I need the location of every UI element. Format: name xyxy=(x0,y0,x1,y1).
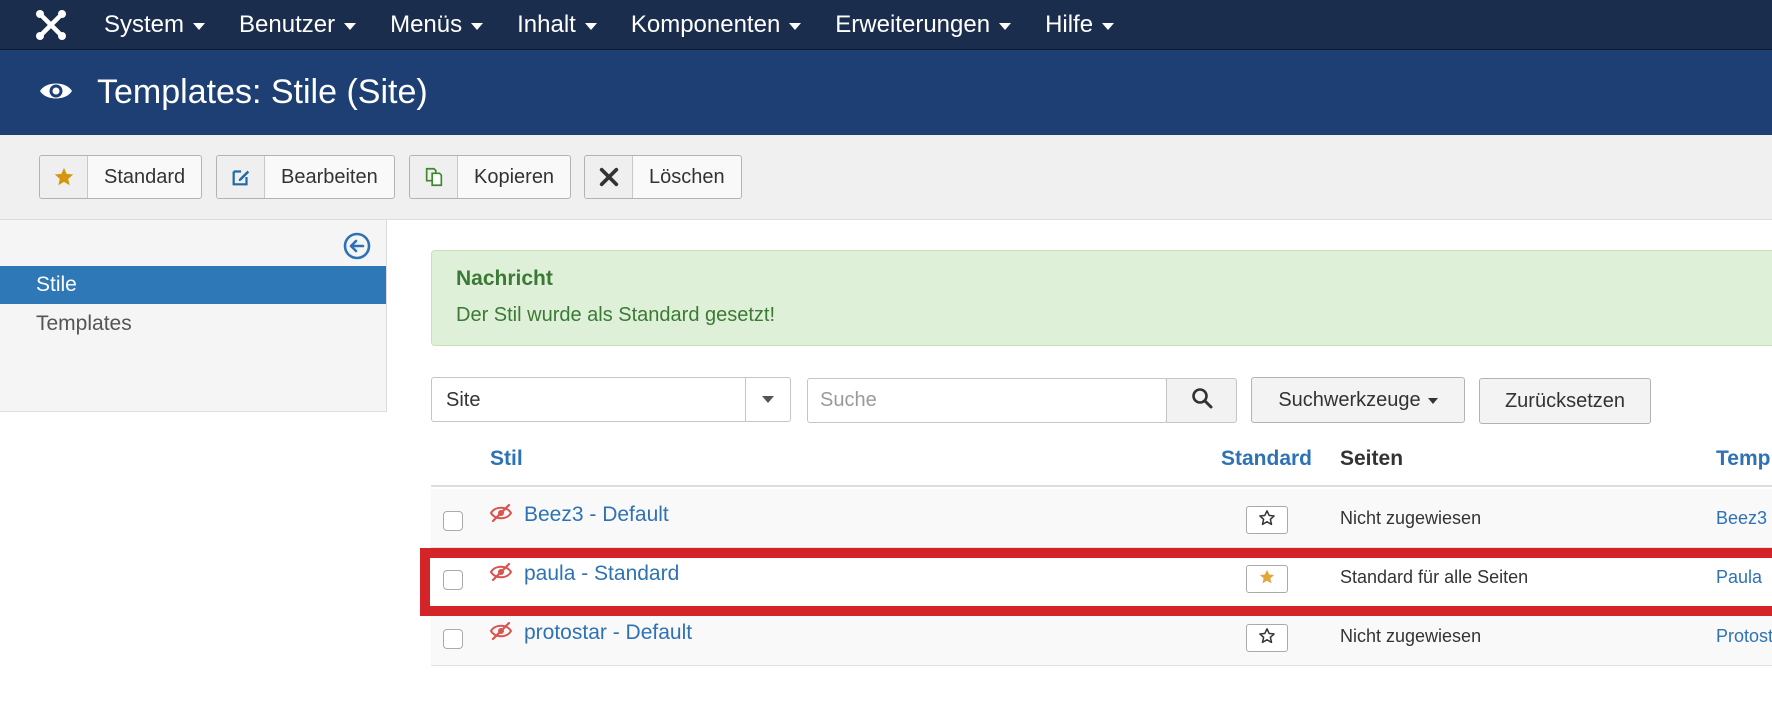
menu-hilfe[interactable]: Hilfe xyxy=(1045,11,1115,39)
star-outline-icon xyxy=(1258,627,1276,650)
search-icon xyxy=(1190,386,1214,415)
caret-down-icon xyxy=(193,23,206,30)
template-link[interactable]: Paula xyxy=(1716,567,1762,588)
menu-erweiterungen[interactable]: Erweiterungen xyxy=(835,11,1012,39)
caret-down-icon xyxy=(584,23,597,30)
column-header-seiten: Seiten xyxy=(1340,447,1404,470)
arrow-left-circle-icon[interactable] xyxy=(343,232,371,260)
sidebar-item-templates[interactable]: Templates xyxy=(0,305,386,343)
menu-benutzer[interactable]: Benutzer xyxy=(239,11,357,39)
menu-komponenten[interactable]: Komponenten xyxy=(631,11,802,39)
assigned-pages: Standard für alle Seiten xyxy=(1340,567,1529,587)
sidebar-item-stile[interactable]: Stile xyxy=(0,266,386,304)
alert-message: Der Stil wurde als Standard gesetzt! xyxy=(456,304,776,326)
alert-heading: Nachricht xyxy=(456,267,553,290)
edit-button[interactable]: Bearbeiten xyxy=(216,155,395,199)
caret-down-icon xyxy=(1102,23,1115,30)
menu-menues[interactable]: Menüs xyxy=(390,11,484,39)
copy-button[interactable]: Kopieren xyxy=(409,155,572,199)
edit-icon xyxy=(217,156,265,198)
set-default-button[interactable] xyxy=(1246,624,1288,652)
caret-down-icon xyxy=(471,23,484,30)
caret-down-icon xyxy=(344,23,357,30)
search-field[interactable] xyxy=(807,378,1168,423)
caret-down-icon xyxy=(999,23,1012,30)
style-name-link[interactable]: protostar - Default xyxy=(524,621,692,645)
template-link[interactable]: Protost xyxy=(1716,626,1772,647)
star-icon xyxy=(1258,568,1276,591)
table-header: Stil Standard Seiten Temp xyxy=(431,437,1772,487)
close-icon xyxy=(585,156,633,198)
star-outline-icon xyxy=(1258,509,1276,532)
standard-button[interactable]: Standard xyxy=(39,155,203,199)
caret-down-icon xyxy=(789,23,802,30)
style-name-link[interactable]: paula - Standard xyxy=(524,562,679,586)
column-header-standard[interactable]: Standard xyxy=(1221,447,1312,471)
success-alert: Nachricht Der Stil wurde als Standard ge… xyxy=(431,250,1772,346)
set-default-button[interactable] xyxy=(1246,506,1288,534)
chevron-down-icon xyxy=(745,378,790,421)
star-icon xyxy=(40,156,88,198)
assigned-pages: Nicht zugewiesen xyxy=(1340,626,1482,646)
copy-icon xyxy=(410,156,458,198)
row-checkbox[interactable] xyxy=(443,570,463,590)
search-tools-button[interactable]: Suchwerkzeuge xyxy=(1251,377,1465,423)
toolbar: Standard Bearbeiten Kopieren Löschen xyxy=(0,135,1772,220)
table-row: Beez3 - Default Nicht zugewiesen Beez3 xyxy=(431,489,1772,548)
caret-down-icon xyxy=(1427,398,1438,404)
eye-slash-icon xyxy=(489,503,513,523)
search-button[interactable] xyxy=(1166,378,1237,423)
row-checkbox[interactable] xyxy=(443,629,463,649)
eye-icon xyxy=(38,77,74,105)
column-header-template[interactable]: Temp xyxy=(1716,447,1770,471)
assigned-pages: Nicht zugewiesen xyxy=(1340,508,1482,528)
style-name-link[interactable]: Beez3 - Default xyxy=(524,503,669,527)
eye-slash-icon xyxy=(489,562,513,582)
eye-slash-icon xyxy=(489,621,513,641)
table-row: paula - Standard Standard für alle Seite… xyxy=(431,548,1772,607)
joomla-logo-icon[interactable] xyxy=(34,8,68,42)
row-checkbox[interactable] xyxy=(443,511,463,531)
template-link[interactable]: Beez3 xyxy=(1716,508,1767,529)
column-header-stil[interactable]: Stil xyxy=(490,447,523,471)
delete-button[interactable]: Löschen xyxy=(584,155,742,199)
menu-system[interactable]: System xyxy=(104,11,206,39)
reset-button[interactable]: Zurücksetzen xyxy=(1479,378,1651,424)
page-title: Templates: Stile (Site) xyxy=(97,73,428,111)
sidebar: Stile Templates xyxy=(0,220,387,412)
menu-inhalt[interactable]: Inhalt xyxy=(517,11,597,39)
search-input[interactable] xyxy=(808,379,1168,422)
page-header: Templates: Stile (Site) xyxy=(0,50,1772,135)
default-star-button[interactable] xyxy=(1246,565,1288,593)
client-select-value: Site xyxy=(446,389,481,411)
main-menu: System Benutzer Menüs Inhalt Komponenten… xyxy=(104,0,1148,50)
top-navbar: System Benutzer Menüs Inhalt Komponenten… xyxy=(0,0,1772,50)
table-row: protostar - Default Nicht zugewiesen Pro… xyxy=(431,607,1772,666)
client-select[interactable]: Site xyxy=(431,377,791,422)
